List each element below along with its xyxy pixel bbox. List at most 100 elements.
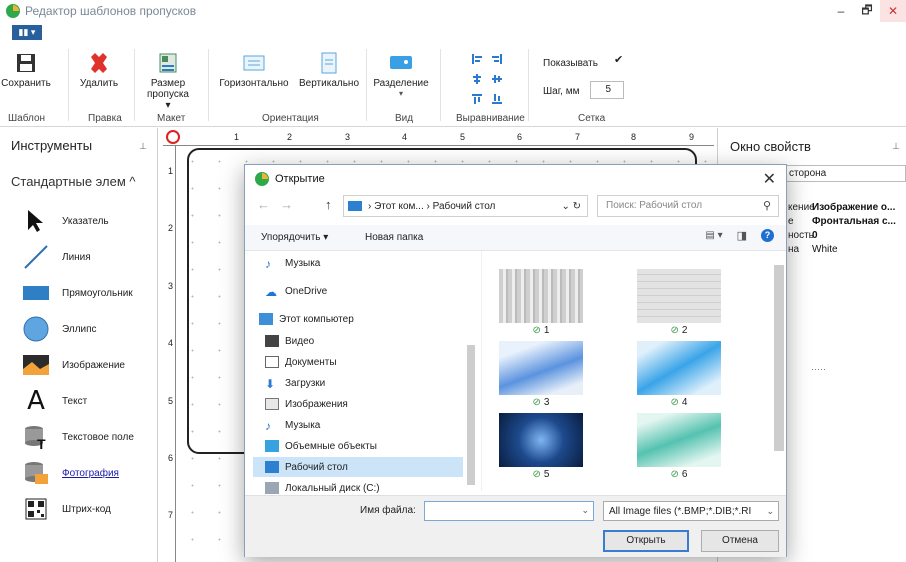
thumbnail-wood xyxy=(499,269,583,323)
split-button[interactable]: Разделение ▾ xyxy=(370,51,432,98)
sync-ok-icon: ⊘ xyxy=(532,469,541,480)
file-item[interactable]: ⊘ 5 xyxy=(496,413,586,480)
tool-image[interactable]: Изображение xyxy=(22,347,134,383)
pin-icon[interactable]: ⊥ xyxy=(892,141,900,152)
align-top-icon[interactable] xyxy=(471,93,483,105)
chevron-down-icon[interactable]: ⌄ xyxy=(766,506,774,517)
save-label: Сохранить xyxy=(1,78,51,89)
close-button[interactable]: ✕ xyxy=(880,0,906,22)
file-item[interactable]: ⊘ 6 xyxy=(634,413,724,480)
ruler-mark: 2 xyxy=(287,132,293,142)
split-label: Разделение xyxy=(373,78,429,89)
tools-title: Инструменты xyxy=(11,138,93,153)
open-button[interactable]: Открыть xyxy=(603,530,689,552)
image-icon xyxy=(23,355,49,375)
nav-item-3d-objects[interactable]: Объемные объекты xyxy=(265,436,377,456)
tools-group-header[interactable]: Стандартные элем ^ xyxy=(11,174,136,189)
nav-item-video[interactable]: Видео xyxy=(265,331,314,351)
nav-item-documents[interactable]: Документы xyxy=(265,352,337,372)
preview-pane-icon[interactable]: ◨ xyxy=(737,229,747,242)
nav-item-pictures[interactable]: Изображения xyxy=(265,394,348,414)
file-type-select[interactable]: All Image files (*.BMP;*.DIB;*.RI ⌄ xyxy=(603,501,779,521)
back-forward-icons[interactable]: ←→ xyxy=(257,197,303,212)
delete-button[interactable]: Удалить xyxy=(78,51,120,89)
qr-code-icon xyxy=(25,498,47,520)
nav-item-music-2[interactable]: ♪ Музыка xyxy=(265,415,320,435)
tool-label: Указатель xyxy=(62,215,109,227)
file-item[interactable]: ⊘ 1 xyxy=(496,269,586,336)
file-item[interactable]: ⊘ 4 xyxy=(634,341,724,408)
file-item[interactable]: ⊘ 2 xyxy=(634,269,724,336)
nav-item-label: Видео xyxy=(285,335,315,347)
tool-barcode[interactable]: Штрих-код xyxy=(22,491,134,527)
split-icon xyxy=(390,56,412,69)
properties-title: Окно свойств xyxy=(730,139,811,154)
new-folder-button[interactable]: Новая папка xyxy=(365,232,423,243)
align-bottom-icon[interactable] xyxy=(491,93,503,105)
up-arrow-icon[interactable]: ↑ xyxy=(325,197,332,212)
dialog-close-icon[interactable]: ✕ xyxy=(763,169,776,189)
grid-show-checkbox[interactable]: ✔ xyxy=(614,55,626,67)
grid-step-spinner[interactable]: 5 xyxy=(590,81,624,99)
vertical-button[interactable]: Вертикально xyxy=(298,51,360,89)
horizontal-button[interactable]: Горизонтально xyxy=(217,51,291,89)
nav-scroll-thumb[interactable] xyxy=(467,345,475,485)
file-name: 1 xyxy=(543,325,550,336)
align-right-icon[interactable] xyxy=(491,53,503,65)
pin-icon[interactable]: ⊥ xyxy=(139,141,147,152)
card-size-icon xyxy=(159,53,177,73)
cancel-button[interactable]: Отмена xyxy=(701,530,779,552)
align-middle-icon[interactable] xyxy=(491,73,503,85)
filename-input[interactable]: ⌄ xyxy=(424,501,594,521)
nav-scrollbar[interactable] xyxy=(467,255,475,491)
nav-item-this-pc[interactable]: Этот компьютер xyxy=(259,309,354,329)
nav-item-downloads[interactable]: ⬇ Загрузки xyxy=(265,373,325,393)
video-icon xyxy=(265,335,279,347)
restore-button[interactable]: 🗗 xyxy=(854,0,880,22)
view-options-icon[interactable]: ▤ ▾ xyxy=(705,230,722,241)
delete-icon xyxy=(91,53,107,73)
file-item[interactable]: ⊘ 3 xyxy=(496,341,586,408)
chevron-down-icon[interactable]: ⌄ xyxy=(581,505,589,516)
nav-item-label: OneDrive xyxy=(285,285,328,297)
help-icon[interactable]: ? xyxy=(761,229,774,242)
files-scrollbar[interactable] xyxy=(774,253,784,489)
nav-item-onedrive[interactable]: ☁ OneDrive xyxy=(265,281,327,301)
address-bar[interactable]: › Этот ком... › Рабочий стол ⌄ ↻ xyxy=(343,195,588,217)
group-divider xyxy=(134,49,135,121)
nav-item-label: Этот компьютер xyxy=(279,313,354,325)
thumbnail-teal-waves xyxy=(637,413,721,467)
tool-ellipse[interactable]: Эллипс xyxy=(22,311,134,347)
align-left-icon[interactable] xyxy=(471,53,483,65)
group-view: Вид xyxy=(395,113,414,124)
nav-item-music[interactable]: ♪ Музыка xyxy=(265,253,320,273)
ruler-origin-marker[interactable] xyxy=(166,130,180,144)
tool-line[interactable]: Линия xyxy=(22,239,134,275)
horizontal-page-icon xyxy=(243,55,265,71)
tool-label: Эллипс xyxy=(62,323,97,335)
tool-pointer[interactable]: Указатель xyxy=(22,203,134,239)
organize-button[interactable]: Упорядочить ▾ xyxy=(261,232,328,243)
tool-rectangle[interactable]: Прямоугольник xyxy=(22,275,134,311)
file-name: 2 xyxy=(681,325,688,336)
align-center-icon[interactable] xyxy=(471,73,483,85)
minimize-button[interactable]: – xyxy=(828,0,854,22)
property-value: Изображение о... xyxy=(812,202,896,213)
size-button[interactable]: Размер пропуска ▾ xyxy=(144,51,192,111)
file-name: 3 xyxy=(543,397,550,408)
refresh-icon[interactable]: ⌄ ↻ xyxy=(547,201,587,212)
files-scroll-thumb[interactable] xyxy=(774,265,784,451)
app-menu-button[interactable]: ▮▮ ▾ xyxy=(12,25,42,40)
search-input[interactable]: Поиск: Рабочий стол ⚲ xyxy=(597,195,779,217)
dialog-toolbar: Упорядочить ▾ Новая папка ▤ ▾ ◨ ? xyxy=(245,225,786,251)
property-dots: ····· xyxy=(811,364,826,374)
property-value: Фронтальная с... xyxy=(812,216,896,227)
app-title: Редактор шаблонов пропусков xyxy=(25,4,197,18)
thumbnail-cyan-waves xyxy=(637,341,721,395)
tool-textbox[interactable]: T Текстовое поле xyxy=(22,419,134,455)
tool-photo[interactable]: Фотография xyxy=(22,455,134,491)
tool-text[interactable]: A Текст xyxy=(22,383,134,419)
save-button[interactable]: Сохранить xyxy=(1,51,51,89)
nav-item-label: Изображения xyxy=(285,398,348,410)
nav-item-desktop[interactable]: Рабочий стол xyxy=(253,457,463,477)
